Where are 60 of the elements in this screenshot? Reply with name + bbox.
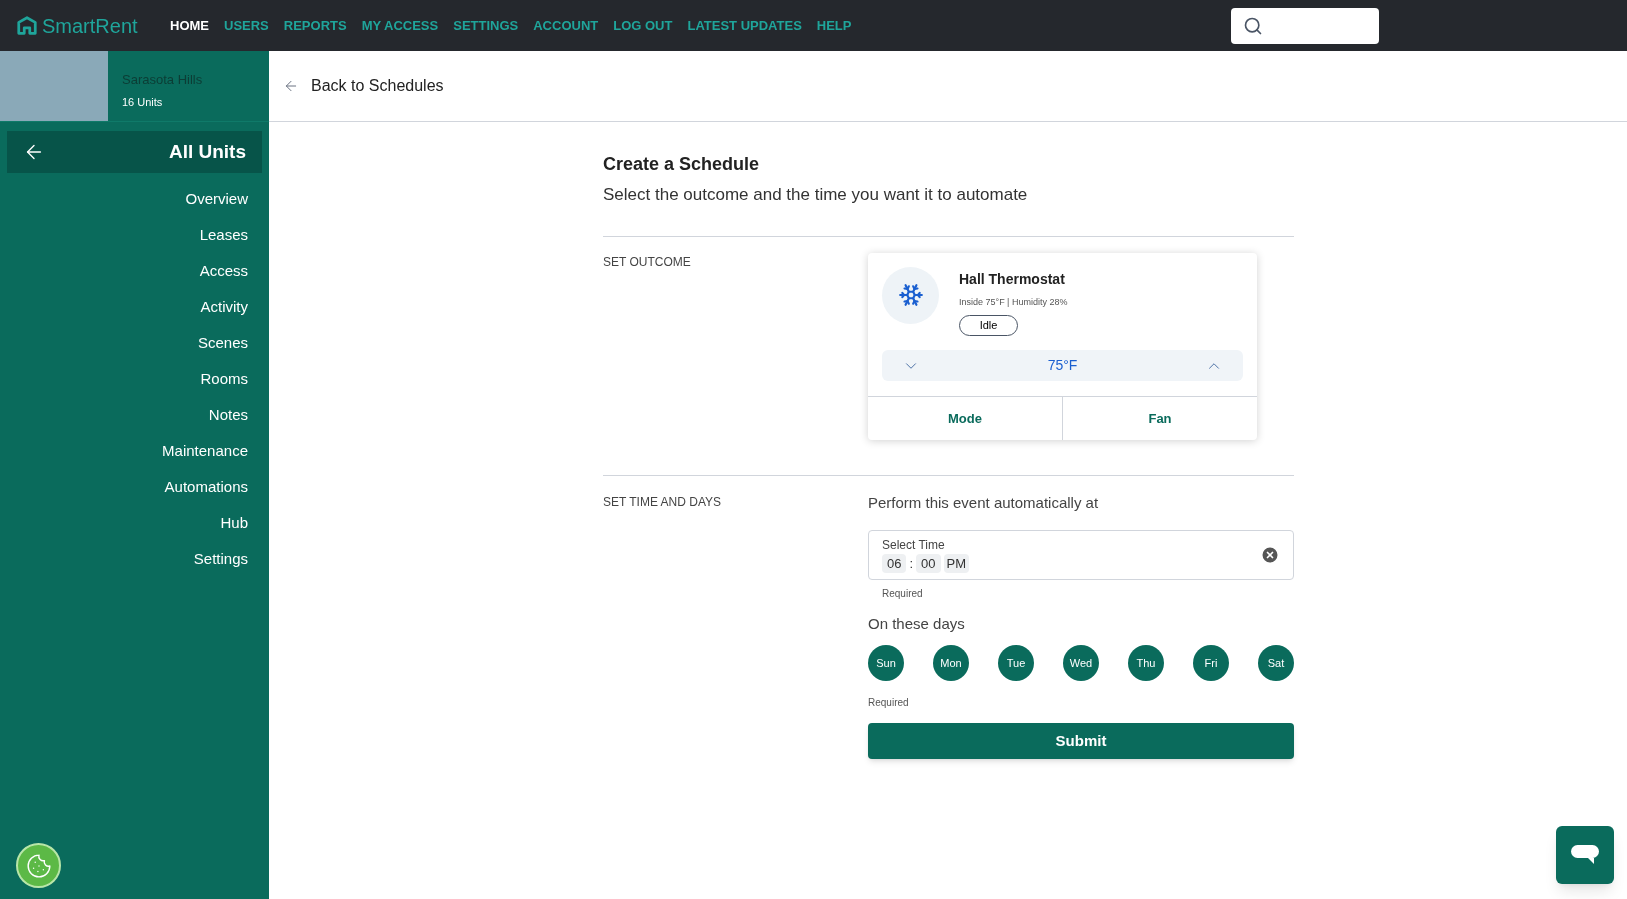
- sidebar-item[interactable]: Maintenance: [162, 440, 248, 462]
- period-segment[interactable]: PM: [943, 553, 970, 574]
- sidebar-item[interactable]: Scenes: [197, 332, 248, 354]
- nav-link[interactable]: REPORTS: [283, 15, 347, 36]
- nav-link[interactable]: HOME: [170, 15, 209, 36]
- field-label: Select Time: [882, 536, 946, 554]
- back-link[interactable]: Back to Schedules: [269, 51, 1627, 122]
- sidebar-item[interactable]: Rooms: [200, 368, 248, 390]
- submit-button[interactable]: Submit: [868, 723, 1294, 759]
- sidebar-item[interactable]: Hub: [220, 512, 248, 534]
- section-label: SET TIME AND DAYS: [603, 494, 723, 511]
- back-arrow-icon: [283, 78, 299, 94]
- nav-link[interactable]: LATEST UPDATES: [687, 15, 802, 36]
- nav-link[interactable]: MY ACCESS: [361, 15, 439, 36]
- sidebar-item[interactable]: Leases: [199, 224, 248, 246]
- section-label: SET OUTCOME: [603, 253, 692, 271]
- unit-count: 16 Units: [122, 94, 164, 110]
- day-toggle[interactable]: Mon: [933, 645, 969, 681]
- nav-link[interactable]: SETTINGS: [453, 15, 519, 36]
- days-label: On these days: [868, 613, 966, 634]
- search-field[interactable]: [1231, 7, 1379, 44]
- clear-icon[interactable]: [1260, 544, 1280, 565]
- sidebar-item[interactable]: Overview: [185, 188, 248, 210]
- nav-link[interactable]: LOG OUT: [613, 15, 673, 36]
- hour-segment[interactable]: 06: [882, 553, 907, 574]
- day-toggle[interactable]: Fri: [1193, 645, 1229, 681]
- sidebar-item[interactable]: Automations: [164, 476, 248, 498]
- card-button[interactable]: Mode: [868, 397, 1062, 440]
- day-toggle[interactable]: Sun: [868, 645, 904, 681]
- time-field[interactable]: Select Time 06 : 00 PM: [868, 529, 1294, 580]
- sidebar-item[interactable]: Settings: [193, 548, 248, 570]
- day-toggle[interactable]: Wed: [1063, 645, 1099, 681]
- helper-text: Required: [868, 696, 910, 710]
- setpoint-value: 75°F: [1047, 356, 1078, 375]
- time-prompt: Perform this event automatically at: [868, 493, 1100, 513]
- page-subtitle: Select the outcome and the time you want it to automate: [603, 184, 1029, 206]
- sidebar-item[interactable]: Notes: [208, 404, 248, 426]
- nav-link[interactable]: USERS: [224, 15, 269, 36]
- cookie-button[interactable]: [16, 843, 61, 888]
- time-separator: :: [909, 554, 914, 573]
- all-units-button[interactable]: All Units: [7, 131, 262, 173]
- logo-icon: [16, 14, 38, 37]
- day-toggle[interactable]: Thu: [1128, 645, 1164, 681]
- search-icon: [1243, 15, 1263, 36]
- day-toggle[interactable]: Tue: [998, 645, 1034, 681]
- nav-link[interactable]: ACCOUNT: [533, 15, 599, 36]
- chat-button[interactable]: [1556, 826, 1614, 884]
- device-name: Hall Thermostat: [959, 269, 1066, 289]
- minute-segment[interactable]: 00: [916, 553, 941, 574]
- snowflake-icon: [897, 282, 924, 308]
- card-button[interactable]: Fan: [1062, 397, 1257, 440]
- helper-text: Required: [881, 586, 924, 601]
- page-title: Create a Schedule: [603, 153, 761, 176]
- cookie-icon: [25, 852, 52, 879]
- brand-name: SmartRent: [42, 13, 138, 39]
- sidebar-item[interactable]: Activity: [200, 296, 248, 318]
- sidebar-item[interactable]: Access: [199, 260, 248, 282]
- day-toggle[interactable]: Sat: [1258, 645, 1294, 681]
- device-details: Inside 75°F | Humidity 28%: [959, 295, 1068, 309]
- nav-link[interactable]: HELP: [816, 15, 852, 36]
